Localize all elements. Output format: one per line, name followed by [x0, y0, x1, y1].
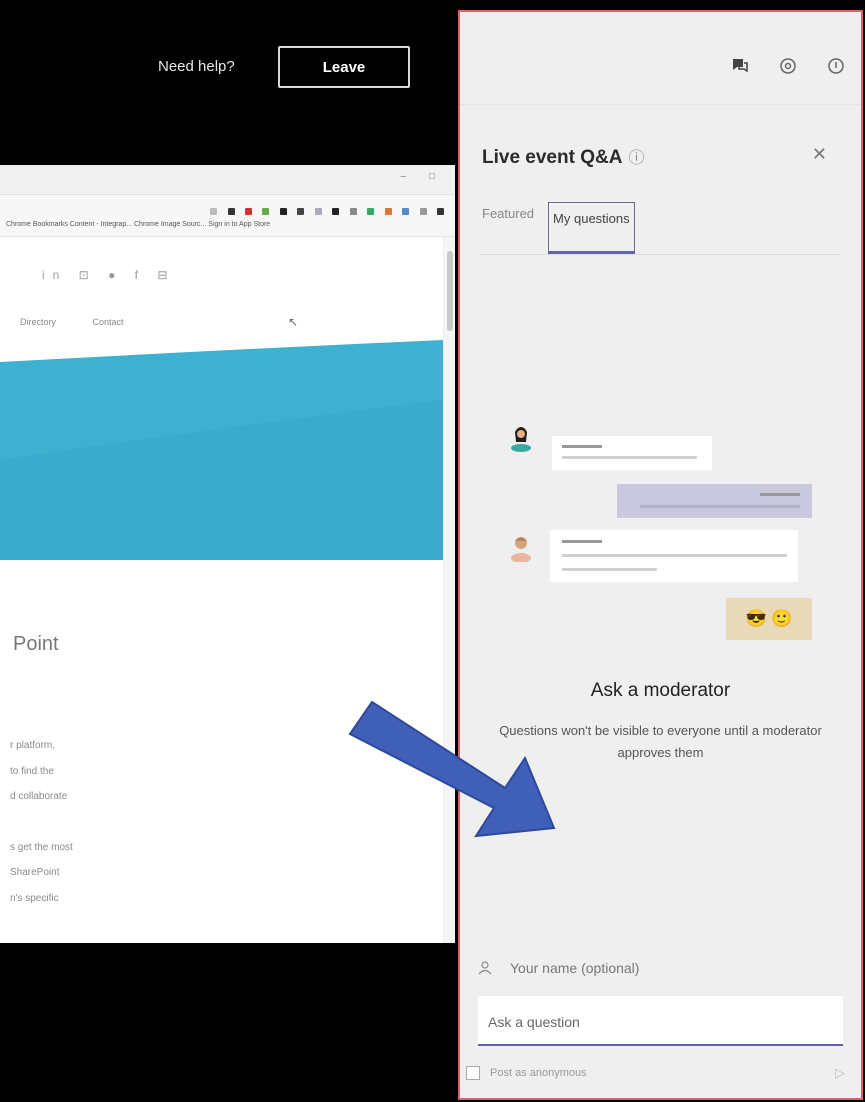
divider — [460, 104, 861, 105]
qa-icon[interactable] — [731, 57, 749, 80]
social-icons[interactable]: in ⊡ ● f ⊟ — [42, 268, 175, 282]
chat-bubble — [552, 436, 712, 470]
browser-title-bar: – □ — [0, 165, 455, 195]
browser-extension-bar — [0, 195, 455, 215]
avatar-man-icon — [511, 537, 531, 562]
person-icon — [478, 961, 492, 975]
compose-footer: Post as anonymous ▷ — [466, 1058, 855, 1088]
anonymous-label: Post as anonymous — [490, 1067, 587, 1079]
tabs-divider — [480, 254, 841, 255]
need-help-link[interactable]: Need help? — [158, 58, 235, 75]
qa-panel: Live event Q&Aⓘ ✕ Featured My questions — [458, 10, 863, 1100]
emoji-reaction: 😎 🙂 — [726, 598, 812, 640]
leave-button[interactable]: Leave — [278, 46, 410, 88]
scrollbar-thumb[interactable] — [447, 251, 453, 331]
annotation-arrow-icon — [348, 700, 556, 838]
help-circle-icon[interactable]: ⓘ — [628, 150, 644, 167]
page-body-text: r platform, to find the d collaborate s … — [10, 740, 73, 904]
page-heading: Point — [13, 633, 59, 655]
qa-tabs: Featured My questions — [480, 202, 635, 254]
name-placeholder: Your name (optional) — [510, 960, 640, 976]
nav-item-directory[interactable]: Directory — [20, 317, 56, 327]
panel-toolbar — [731, 57, 845, 80]
tab-featured[interactable]: Featured — [480, 202, 536, 254]
site-nav: Directory Contact — [20, 317, 158, 327]
smile-emoji-icon: 🙂 — [771, 609, 793, 628]
chat-bubble — [550, 530, 798, 582]
sunglasses-emoji-icon: 😎 — [745, 609, 767, 628]
tab-my-questions[interactable]: My questions — [548, 202, 635, 254]
mouse-cursor-icon: ↖ — [288, 315, 299, 329]
window-controls[interactable]: – □ — [401, 171, 445, 182]
nav-item-contact[interactable]: Contact — [93, 317, 124, 327]
hero-banner — [0, 340, 443, 560]
avatar-woman-icon — [511, 427, 531, 452]
send-icon[interactable]: ▷ — [835, 1065, 845, 1081]
name-field[interactable]: Your name (optional) — [478, 960, 639, 976]
screen: Need help? Leave – □ Chrome Bookmarks Co… — [0, 0, 865, 1102]
empty-state-illustration: 😎 🙂 — [500, 422, 820, 642]
chat-bubble-own — [617, 484, 812, 518]
info-icon[interactable] — [827, 57, 845, 80]
anonymous-checkbox[interactable] — [466, 1066, 480, 1080]
settings-icon[interactable] — [779, 57, 797, 80]
question-input[interactable]: Ask a question — [478, 996, 843, 1046]
panel-title: Live event Q&A ⓘ — [482, 147, 645, 168]
extension-icons[interactable] — [207, 202, 447, 220]
close-icon[interactable]: ✕ — [812, 144, 827, 165]
